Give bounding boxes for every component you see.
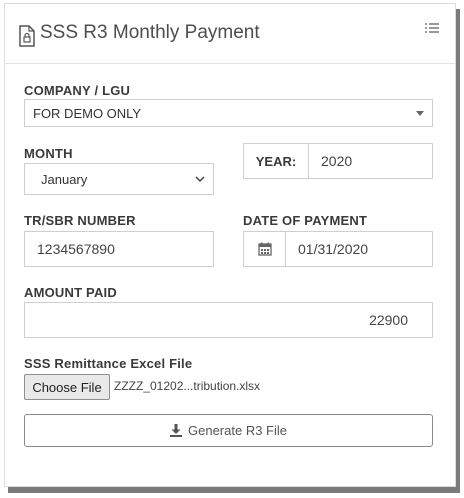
year-label: YEAR: (244, 144, 309, 178)
date-of-payment-input[interactable]: 01/31/2020 (298, 232, 368, 266)
calendar-icon (257, 242, 272, 256)
company-label: COMPANY / LGU (24, 83, 131, 98)
r3-payment-card: SSS R3 Monthly Payment COMPANY / LGU FOR… (4, 3, 456, 487)
amount-paid-input[interactable]: 22900 (24, 302, 433, 338)
generate-button-label: Generate R3 File (188, 423, 287, 438)
date-of-payment-label: DATE OF PAYMENT (243, 213, 368, 228)
date-of-payment-group: 01/31/2020 (243, 231, 433, 267)
choose-file-button[interactable]: Choose File (24, 374, 110, 400)
company-select[interactable]: FOR DEMO ONLY (24, 99, 433, 127)
calendar-addon[interactable] (244, 232, 286, 266)
tr-sbr-label: TR/SBR NUMBER (24, 213, 136, 228)
month-selected-value: January (41, 171, 88, 187)
card-header: SSS R3 Monthly Payment (5, 4, 455, 64)
selected-file-name: ZZZZ_01202...tribution.xlsx (114, 379, 261, 393)
download-icon (170, 424, 182, 437)
year-input[interactable]: 2020 (321, 144, 352, 178)
amount-paid-label: AMOUNT PAID (24, 285, 117, 300)
list-icon[interactable] (425, 22, 439, 34)
file-lock-icon (19, 25, 35, 47)
tr-sbr-input[interactable]: 1234567890 (24, 231, 214, 267)
generate-r3-file-button[interactable]: Generate R3 File (24, 414, 433, 447)
chevron-down-icon (195, 176, 205, 183)
tr-sbr-value: 1234567890 (37, 241, 115, 257)
remittance-file-label: SSS Remittance Excel File (24, 356, 193, 371)
month-label: MONTH (24, 146, 73, 161)
year-input-group: YEAR: 2020 (243, 143, 433, 179)
month-select[interactable]: January (24, 163, 214, 195)
company-selected-value: FOR DEMO ONLY (33, 105, 142, 121)
page-title: SSS R3 Monthly Payment (40, 22, 260, 43)
caret-down-icon (416, 111, 424, 116)
amount-paid-value: 22900 (369, 312, 408, 328)
